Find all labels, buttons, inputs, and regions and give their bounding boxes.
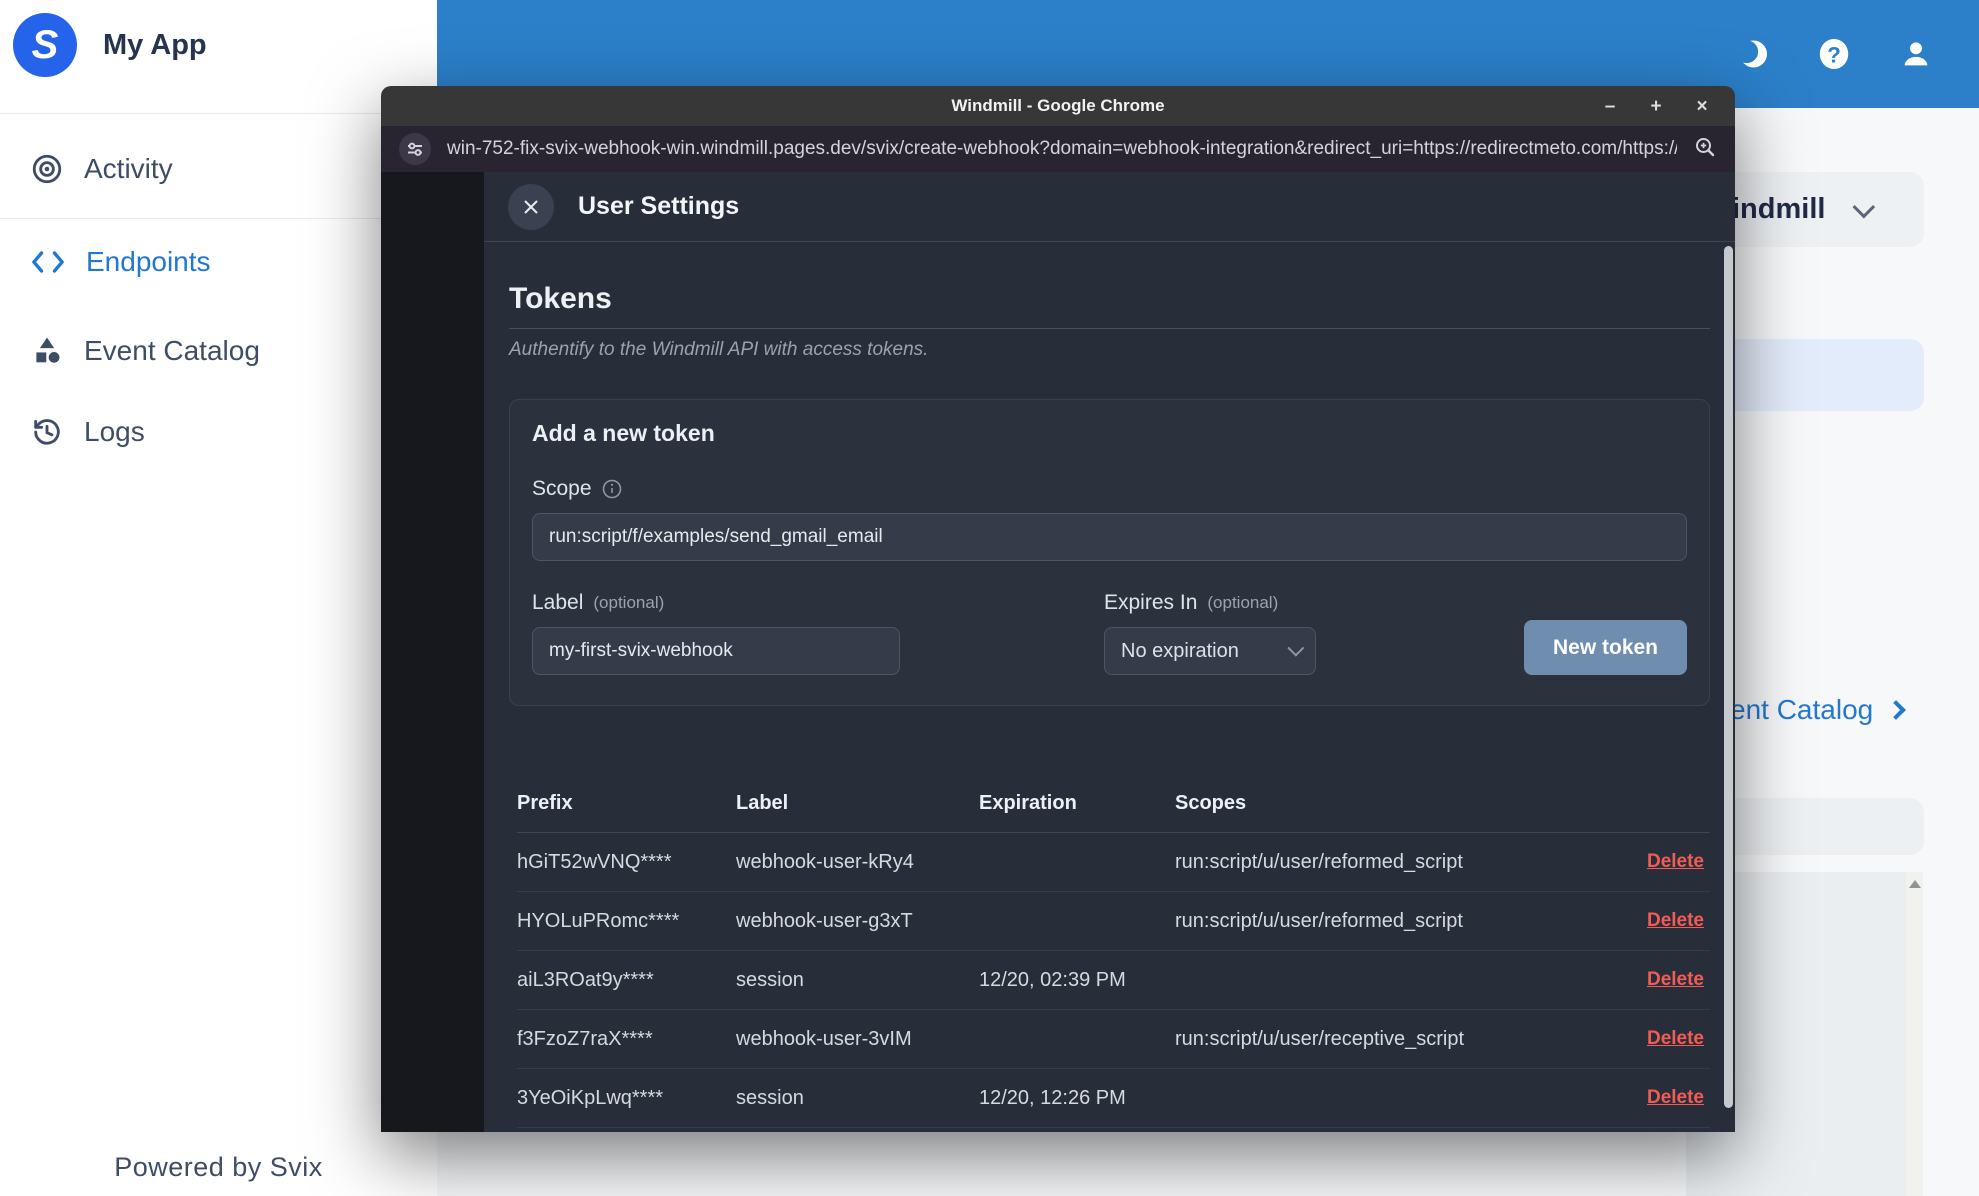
maximize-button[interactable]: +: [1645, 97, 1667, 116]
sidebar-item-label: Logs: [84, 416, 145, 447]
col-scopes: Scopes: [1175, 791, 1247, 814]
token-label: session: [736, 968, 804, 991]
event-catalog-link-label: ent Catalog: [1730, 694, 1874, 725]
label-input[interactable]: [532, 627, 900, 675]
sidebar: S My App Activity Endpoints Event Catalo…: [0, 0, 437, 1196]
delete-token-link[interactable]: Delete: [1620, 910, 1710, 932]
close-window-button[interactable]: ×: [1691, 97, 1713, 116]
sidebar-item-logs[interactable]: Logs: [30, 415, 145, 449]
window-title: Windmill - Google Chrome: [951, 96, 1165, 115]
token-label: webhook-user-3vIM: [736, 1027, 912, 1050]
chevron-down-icon: [1287, 639, 1305, 657]
add-token-heading: Add a new token: [532, 420, 715, 446]
table-row: aiL3ROat9y**** session 12/20, 02:39 PM D…: [517, 951, 1710, 1010]
app-name: My App: [103, 28, 207, 61]
event-catalog-icon: [36, 337, 60, 363]
info-icon: [602, 479, 621, 499]
scroll-up-icon: [1909, 880, 1921, 888]
tune-icon: [408, 142, 422, 156]
drawer-header: User Settings: [484, 172, 1735, 242]
token-label: webhook-user-g3xT: [736, 909, 913, 932]
token-prefix: aiL3ROat9y****: [517, 968, 654, 991]
token-prefix: HYOLuPRomc****: [517, 909, 680, 932]
col-prefix: Prefix: [517, 791, 573, 814]
chevron-down-icon: [1852, 195, 1876, 218]
activity-icon: [32, 154, 62, 184]
token-expiration: 12/20, 12:26 PM: [979, 1086, 1126, 1109]
endpoints-icon: [32, 251, 64, 273]
sidebar-item-label: Event Catalog: [84, 335, 260, 366]
event-catalog-link[interactable]: ent Catalog: [1730, 694, 1907, 726]
token-prefix: f3FzoZ7raX****: [517, 1027, 653, 1050]
label-label: Label (optional): [532, 591, 665, 614]
url-bar[interactable]: win-752-fix-svix-webhook-win.windmill.pa…: [381, 126, 1735, 172]
user-settings-drawer: User Settings Tokens Authentify to the W…: [484, 172, 1735, 1132]
drawer-scrollbar[interactable]: [1724, 246, 1733, 1126]
token-scopes: run:script/u/user/reformed_script: [1175, 909, 1463, 932]
browser-viewport: User Settings Tokens Authentify to the W…: [381, 172, 1735, 1132]
scrollbar-thumb[interactable]: [1724, 246, 1733, 1108]
moon-icon: [1735, 40, 1767, 68]
drawer-title: User Settings: [578, 192, 740, 220]
question-icon: ?: [1819, 39, 1849, 69]
delete-token-link[interactable]: Delete: [1620, 1087, 1710, 1109]
token-scopes: run:script/u/user/reformed_script: [1175, 850, 1463, 873]
powered-by-svix: Powered by Svix: [114, 1152, 323, 1182]
table-row: hGiT52wVNQ**** webhook-user-kRy4 run:scr…: [517, 833, 1710, 892]
delete-token-link[interactable]: Delete: [1620, 969, 1710, 991]
divider: [0, 218, 437, 219]
drawer-body: Tokens Authentify to the Windmill API wi…: [484, 282, 1735, 1128]
table-row: HYOLuPRomc**** webhook-user-g3xT run:scr…: [517, 892, 1710, 951]
add-token-card: Add a new token Scope Label: [509, 399, 1710, 706]
token-prefix: 3YeOiKpLwq****: [517, 1086, 664, 1109]
token-prefix: hGiT52wVNQ****: [517, 850, 672, 873]
tokens-heading: Tokens: [509, 282, 1710, 329]
close-icon: [524, 199, 538, 214]
sidebar-item-event-catalog[interactable]: Event Catalog: [30, 334, 260, 368]
scope-label: Scope: [532, 477, 1687, 501]
sidebar-item-label: Endpoints: [86, 246, 211, 277]
token-label: session: [736, 1086, 804, 1109]
expires-select[interactable]: No expiration: [1104, 627, 1316, 675]
help-button[interactable]: ?: [1815, 35, 1853, 73]
magnifier-icon: [1696, 137, 1715, 156]
chrome-window: Windmill - Google Chrome – + × win-752-f…: [381, 86, 1735, 1132]
panel-scrollbar[interactable]: [1906, 872, 1923, 1196]
col-label: Label: [736, 791, 789, 814]
delete-token-link[interactable]: Delete: [1620, 851, 1710, 873]
scope-input[interactable]: [532, 513, 1687, 561]
sidebar-item-activity[interactable]: Activity: [30, 152, 173, 186]
window-titlebar[interactable]: Windmill - Google Chrome – + ×: [381, 86, 1735, 126]
expires-label: Expires In (optional): [1104, 591, 1279, 614]
new-token-button[interactable]: New token: [1524, 620, 1687, 675]
svg-text:?: ?: [1827, 42, 1841, 67]
brand: S My App: [13, 13, 207, 77]
account-button[interactable]: [1897, 35, 1935, 73]
tokens-subtitle: Authentify to the Windmill API with acce…: [509, 339, 929, 360]
minimize-button[interactable]: –: [1599, 97, 1621, 116]
chevron-right-icon: [1886, 700, 1907, 720]
divider: [0, 113, 437, 114]
close-drawer-button[interactable]: [508, 183, 554, 230]
token-table: Prefix Label Expiration Scopes hGiT52wVN…: [509, 774, 1710, 1128]
token-expiration: 12/20, 02:39 PM: [979, 968, 1126, 991]
token-scopes: run:script/u/user/receptive_script: [1175, 1027, 1465, 1050]
col-expiration: Expiration: [979, 791, 1077, 814]
token-label: webhook-user-kRy4: [736, 850, 914, 873]
sidebar-item-endpoints[interactable]: Endpoints: [30, 246, 211, 278]
logs-icon: [34, 419, 60, 445]
site-settings-button[interactable]: [399, 133, 431, 165]
token-table-header: Prefix Label Expiration Scopes: [517, 774, 1710, 833]
address-input[interactable]: win-752-fix-svix-webhook-win.windmill.pa…: [447, 138, 1677, 160]
delete-token-link[interactable]: Delete: [1620, 1028, 1710, 1050]
zoom-button[interactable]: [1693, 135, 1717, 164]
token-table-body: hGiT52wVNQ**** webhook-user-kRy4 run:scr…: [517, 833, 1710, 1128]
table-row: f3FzoZ7raX**** webhook-user-3vIM run:scr…: [517, 1010, 1710, 1069]
workspace-label: indmill: [1732, 193, 1826, 225]
table-row: 3YeOiKpLwq**** session 12/20, 12:26 PM D…: [517, 1069, 1710, 1128]
user-icon: [1904, 42, 1928, 66]
svix-logo: S: [13, 13, 77, 77]
dark-mode-toggle[interactable]: [1733, 35, 1771, 73]
sidebar-item-label: Activity: [84, 153, 173, 184]
